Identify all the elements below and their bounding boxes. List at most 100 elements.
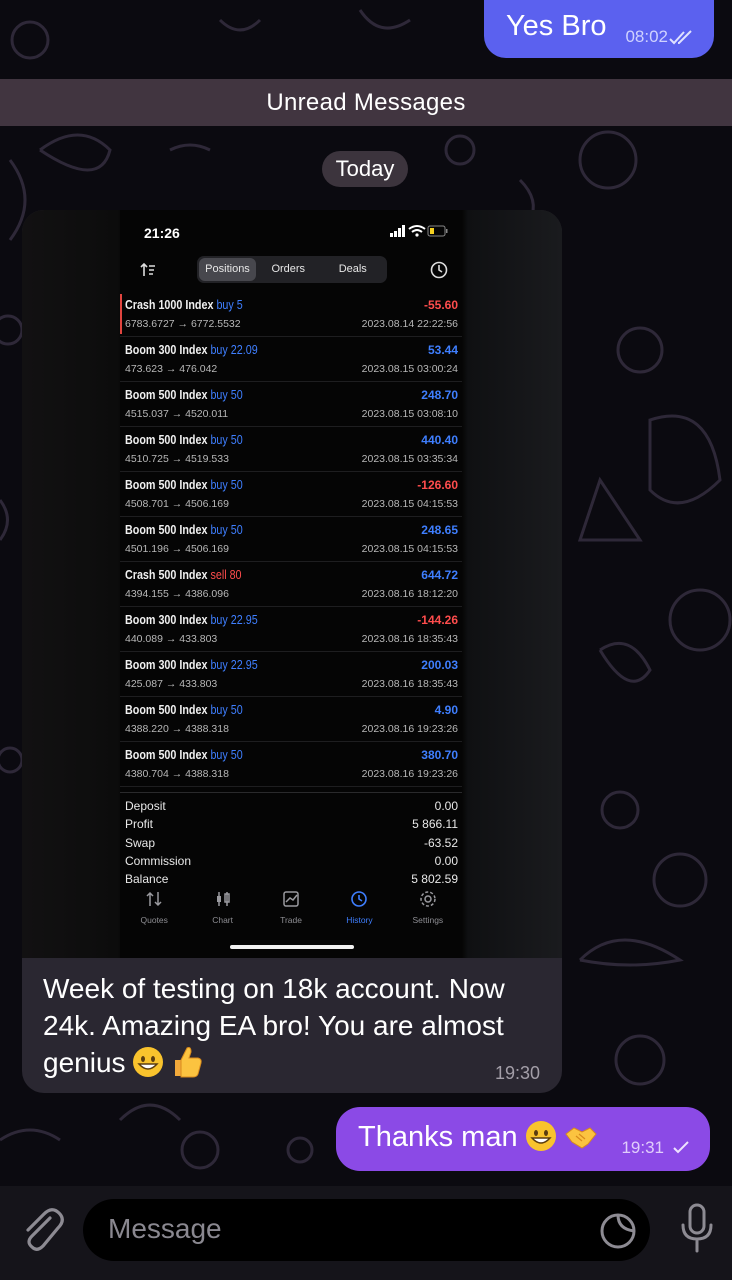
outgoing-message[interactable]: Yes Bro 08:02 (484, 0, 714, 58)
gear-icon (420, 891, 436, 907)
trade-profit: 248.65 (421, 523, 458, 537)
trade-row[interactable]: Crash 500 Index sell 80 4394.155 → 4386.0… (120, 562, 462, 607)
trade-prices: 4388.220 → 4388.318 (125, 723, 229, 735)
quotes-icon (146, 891, 162, 907)
attached-screenshot[interactable]: 21:26 Positions Orders Deals Crash 1000 … (22, 210, 562, 958)
trade-symbol: Boom 300 Index buy 22.95 (125, 613, 258, 627)
trade-row[interactable]: Boom 500 Index buy 50 4380.704 → 4388.318… (120, 742, 462, 787)
status-time: 21:26 (144, 225, 180, 241)
summary-value: 0.00 (434, 853, 458, 868)
symbol-name: Boom 300 Index (125, 613, 208, 627)
single-check-icon (673, 1141, 689, 1154)
trade-prices: 4501.196 → 4506.169 (125, 543, 229, 555)
tab-orders[interactable]: Orders (256, 258, 321, 281)
attach-icon[interactable] (18, 1204, 64, 1254)
trade-row[interactable]: Boom 500 Index buy 50 4501.196 → 4506.169… (120, 517, 462, 562)
trade-symbol: Boom 500 Index buy 50 (125, 748, 243, 762)
trade-date: 2023.08.15 03:35:34 (361, 453, 458, 465)
tab-trade[interactable]: Trade (257, 890, 325, 940)
trade-prices: 4510.725 → 4519.533 (125, 453, 229, 465)
trade-row[interactable]: Boom 500 Index buy 50 4388.220 → 4388.318… (120, 697, 462, 742)
symbol-name: Boom 500 Index (125, 478, 208, 492)
tab-quotes[interactable]: Quotes (120, 890, 188, 940)
tab-label: History (346, 915, 373, 925)
trade-side: sell 80 (210, 568, 242, 582)
microphone-icon[interactable] (680, 1203, 714, 1255)
trade-date: 2023.08.16 18:12:20 (361, 588, 458, 600)
summary-row: Balance 5 802.59 (120, 872, 462, 890)
message-placeholder: Message (108, 1213, 222, 1244)
trading-app-screenshot: 21:26 Positions Orders Deals Crash 1000 … (120, 210, 462, 958)
tab-history[interactable]: History (325, 890, 393, 940)
history-icon (351, 891, 368, 907)
tab-label: Settings (412, 915, 444, 925)
grinning-face-emoji (133, 1047, 164, 1077)
trade-row[interactable]: Boom 300 Index buy 22.95 440.089 → 433.80… (120, 607, 462, 652)
tab-chart[interactable]: Chart (188, 890, 256, 940)
trade-date: 2023.08.15 04:15:53 (361, 543, 458, 555)
message-time: 19:31 (621, 1138, 664, 1157)
trade-side: buy 5 (216, 298, 243, 312)
unread-messages-divider: Unread Messages (0, 79, 732, 126)
trade-list: Crash 1000 Index buy 5 6783.6727 → 6772.5… (120, 292, 462, 787)
trade-row[interactable]: Boom 500 Index buy 50 4515.037 → 4520.011… (120, 382, 462, 427)
home-indicator (230, 945, 354, 949)
trade-symbol: Boom 500 Index buy 50 (125, 388, 243, 402)
outgoing-message[interactable]: Thanks man 19:31 (336, 1107, 710, 1171)
date-separator: Today (322, 151, 408, 187)
trade-prices: 4380.704 → 4388.318 (125, 768, 229, 780)
summary-row: Deposit 0.00 (120, 799, 462, 817)
tab-settings[interactable]: Settings (394, 890, 462, 940)
trade-profit: 380.70 (421, 748, 458, 762)
trade-prices: 4394.155 → 4386.096 (125, 588, 229, 600)
message-composer: Message (0, 1186, 732, 1280)
trade-date: 2023.08.16 18:35:43 (361, 678, 458, 690)
sort-icon[interactable] (140, 262, 156, 278)
trade-profit: -144.26 (417, 613, 458, 627)
tab-label: Chart (212, 915, 233, 925)
summary-row: Swap -63.52 (120, 836, 462, 854)
sticker-icon[interactable] (598, 1211, 638, 1251)
trade-side: buy 50 (210, 703, 243, 717)
app-tab-bar: Quotes Chart Trade History Settings (120, 890, 462, 940)
trade-profit: 440.40 (421, 433, 458, 447)
trade-row[interactable]: Crash 1000 Index buy 5 6783.6727 → 6772.5… (120, 292, 462, 337)
trade-side: buy 50 (210, 388, 243, 402)
summary-label: Swap (125, 835, 156, 850)
summary-label: Deposit (125, 799, 166, 813)
tab-positions[interactable]: Positions (199, 258, 256, 281)
trade-side: buy 50 (210, 748, 243, 762)
tab-deals[interactable]: Deals (321, 258, 386, 281)
trade-profit: 4.90 (434, 703, 458, 717)
trade-profit: -126.60 (417, 478, 458, 492)
incoming-message[interactable]: 21:26 Positions Orders Deals Crash 1000 … (22, 210, 562, 1093)
trade-symbol: Boom 500 Index buy 50 (125, 523, 243, 537)
trade-icon (283, 891, 299, 907)
trade-symbol: Boom 300 Index buy 22.95 (125, 658, 258, 672)
trade-symbol: Boom 500 Index buy 50 (125, 703, 243, 717)
trade-row[interactable]: Boom 300 Index buy 22.95 425.087 → 433.80… (120, 652, 462, 697)
summary-label: Profit (125, 817, 154, 832)
clock-icon[interactable] (430, 261, 448, 279)
summary-value: -63.52 (423, 835, 458, 850)
trade-side: buy 50 (210, 478, 243, 492)
message-input[interactable]: Message (83, 1199, 650, 1261)
trade-date: 2023.08.14 22:22:56 (361, 318, 458, 330)
trade-profit: 200.03 (421, 658, 458, 672)
summary-value: 0.00 (434, 799, 458, 813)
trade-row[interactable]: Boom 500 Index buy 50 4508.701 → 4506.169… (120, 472, 462, 517)
trade-prices: 425.087 → 433.803 (125, 678, 218, 690)
symbol-name: Boom 500 Index (125, 523, 208, 537)
trade-row[interactable]: Boom 500 Index buy 50 4510.725 → 4519.533… (120, 427, 462, 472)
trade-row[interactable]: Boom 300 Index buy 22.09 473.623 → 476.04… (120, 337, 462, 382)
trade-date: 2023.08.15 03:08:10 (361, 408, 458, 420)
symbol-name: Crash 1000 Index (125, 298, 214, 312)
trade-side: buy 22.95 (210, 658, 258, 672)
symbol-name: Boom 300 Index (125, 343, 208, 357)
handshake-emoji (564, 1122, 597, 1156)
history-segmented-control: Positions Orders Deals (197, 256, 387, 283)
trade-symbol: Boom 300 Index buy 22.09 (125, 343, 258, 357)
trade-date: 2023.08.16 18:35:43 (361, 633, 458, 645)
summary-row: Profit 5 866.11 (120, 817, 462, 835)
trade-symbol: Crash 500 Index sell 80 (125, 568, 242, 582)
